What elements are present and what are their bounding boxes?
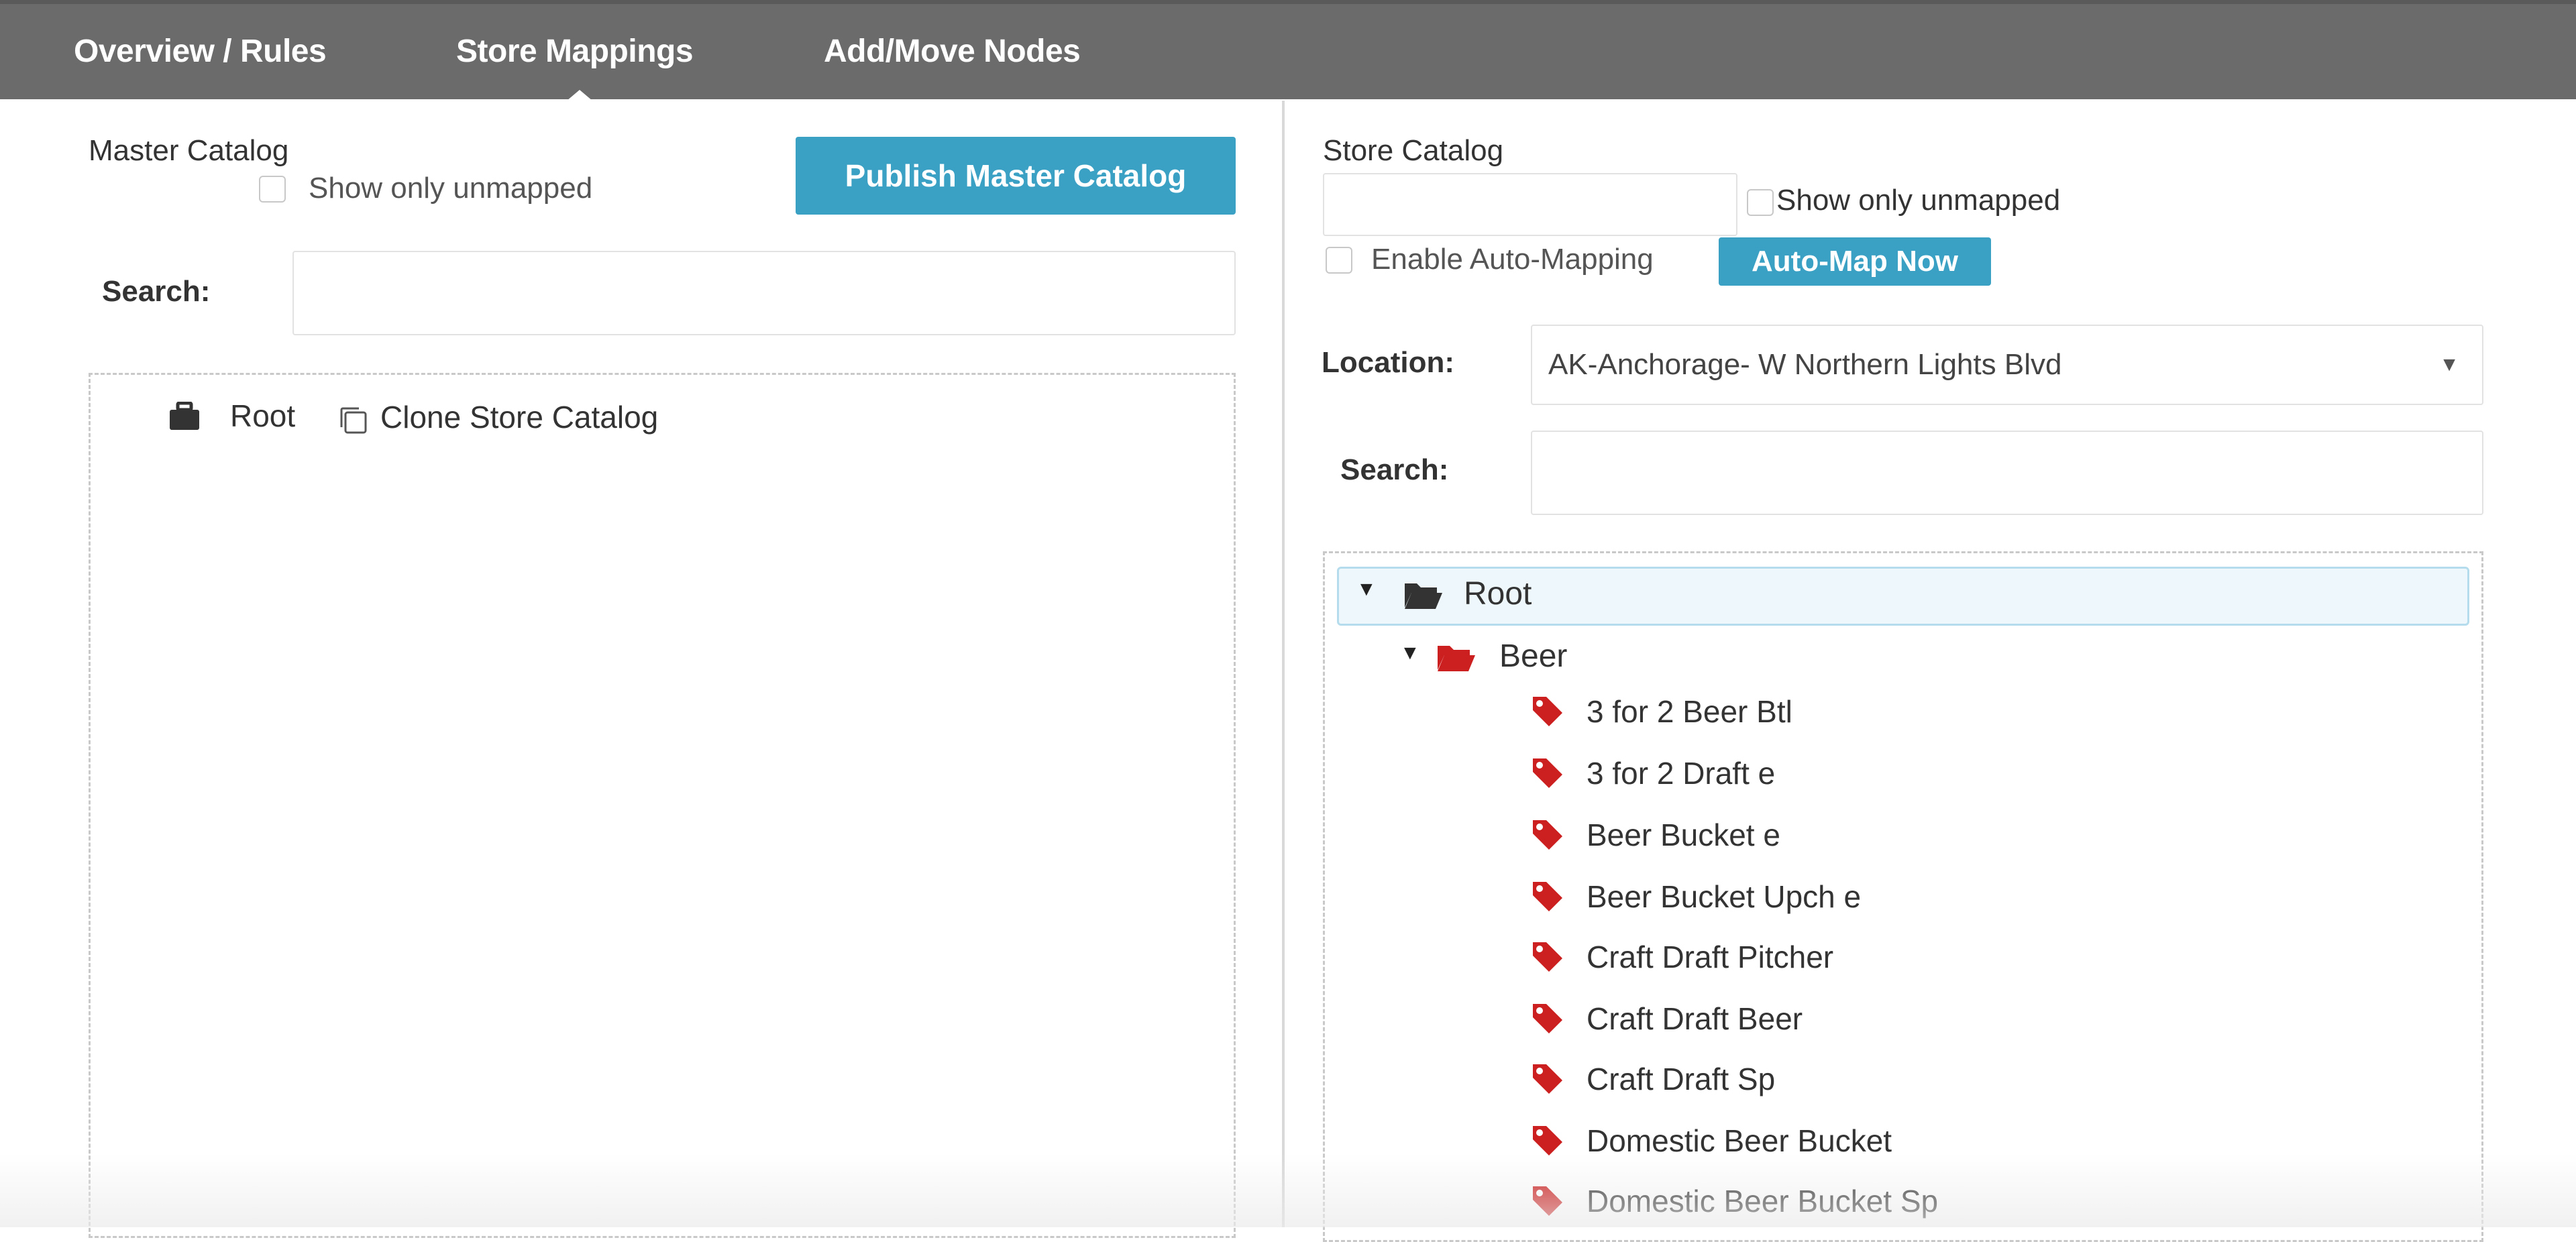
tree-item-label: Craft Draft Beer [1587, 1001, 1803, 1036]
master-catalog-title: Master Catalog [89, 134, 289, 167]
tag-icon [1533, 1126, 1562, 1155]
enable-automap-checkbox[interactable] [1326, 247, 1352, 274]
master-search-input[interactable] [292, 251, 1236, 335]
tree-item-label: Domestic Beer Bucket Sp [1587, 1184, 1939, 1219]
master-tree-panel: Root Clone Store Catalog [89, 373, 1236, 1238]
clone-icon[interactable] [339, 406, 368, 435]
store-tree-panel: ▼ Root ▼ Beer 3 for 2 Beer Btl 3 for 2 D… [1323, 551, 2483, 1242]
tag-icon [1533, 882, 1562, 911]
caret-down-icon[interactable]: ▼ [1356, 578, 1377, 601]
master-tree-root-label[interactable]: Root [230, 398, 295, 434]
panel-divider [1282, 101, 1285, 1227]
store-search-label: Search: [1340, 453, 1449, 486]
tree-item-label: Craft Draft Sp [1587, 1062, 1776, 1096]
tree-item-label: 3 for 2 Beer Btl [1587, 694, 1792, 729]
folder-open-icon [1403, 579, 1444, 612]
active-tab-indicator [562, 90, 597, 105]
store-show-unmapped-label: Show only unmapped [1776, 184, 2061, 217]
briefcase-icon [168, 401, 201, 431]
publish-master-catalog-button[interactable]: Publish Master Catalog [796, 137, 1236, 215]
store-catalog-title: Store Catalog [1323, 134, 1504, 167]
tree-item-label: Craft Draft Pitcher [1587, 940, 1834, 974]
location-label: Location: [1322, 346, 1454, 379]
tab-add-move-nodes[interactable]: Add/Move Nodes [824, 4, 1081, 99]
tag-icon [1533, 942, 1562, 972]
tag-icon [1533, 820, 1562, 850]
store-search-input[interactable] [1531, 431, 2483, 515]
tree-item-label: Domestic Beer Bucket [1587, 1123, 1892, 1158]
caret-down-icon[interactable]: ▼ [1400, 642, 1420, 665]
tag-icon [1533, 1004, 1562, 1033]
master-show-unmapped-label: Show only unmapped [309, 172, 593, 205]
tab-overview-rules[interactable]: Overview / Rules [74, 4, 327, 99]
store-tree-root-row[interactable]: ▼ Root [1337, 567, 2469, 626]
folder-open-icon [1436, 642, 1477, 674]
enable-automap-label: Enable Auto-Mapping [1371, 243, 1654, 276]
clone-store-catalog-label[interactable]: Clone Store Catalog [380, 399, 658, 435]
location-select[interactable]: AK-Anchorage- W Northern Lights Blvd ▼ [1531, 325, 2483, 405]
tag-icon [1533, 697, 1562, 726]
tree-item-label: 3 for 2 Draft e [1587, 756, 1776, 791]
tag-icon [1533, 1064, 1562, 1094]
store-tree-root-label: Root [1464, 576, 1532, 612]
tab-store-mappings[interactable]: Store Mappings [456, 4, 694, 99]
chevron-down-icon: ▼ [2439, 353, 2459, 376]
location-selected-value: AK-Anchorage- W Northern Lights Blvd [1548, 348, 2062, 381]
master-search-label: Search: [102, 275, 211, 308]
store-tree-folder-beer[interactable]: ▼ Beer [1400, 632, 1668, 681]
master-show-unmapped-checkbox[interactable] [259, 176, 286, 203]
top-nav-bar: Overview / Rules Store Mappings Add/Move… [0, 0, 2576, 105]
tag-icon [1533, 1186, 1562, 1216]
tree-item-label: Beer Bucket e [1587, 817, 1780, 852]
tag-icon [1533, 758, 1562, 788]
store-show-unmapped-checkbox[interactable] [1747, 189, 1774, 216]
auto-map-now-button[interactable]: Auto-Map Now [1719, 237, 1991, 286]
store-catalog-input[interactable] [1323, 173, 1737, 236]
store-tree-folder-label: Beer [1499, 638, 1568, 674]
tree-item-label: Beer Bucket Upch e [1587, 879, 1862, 914]
